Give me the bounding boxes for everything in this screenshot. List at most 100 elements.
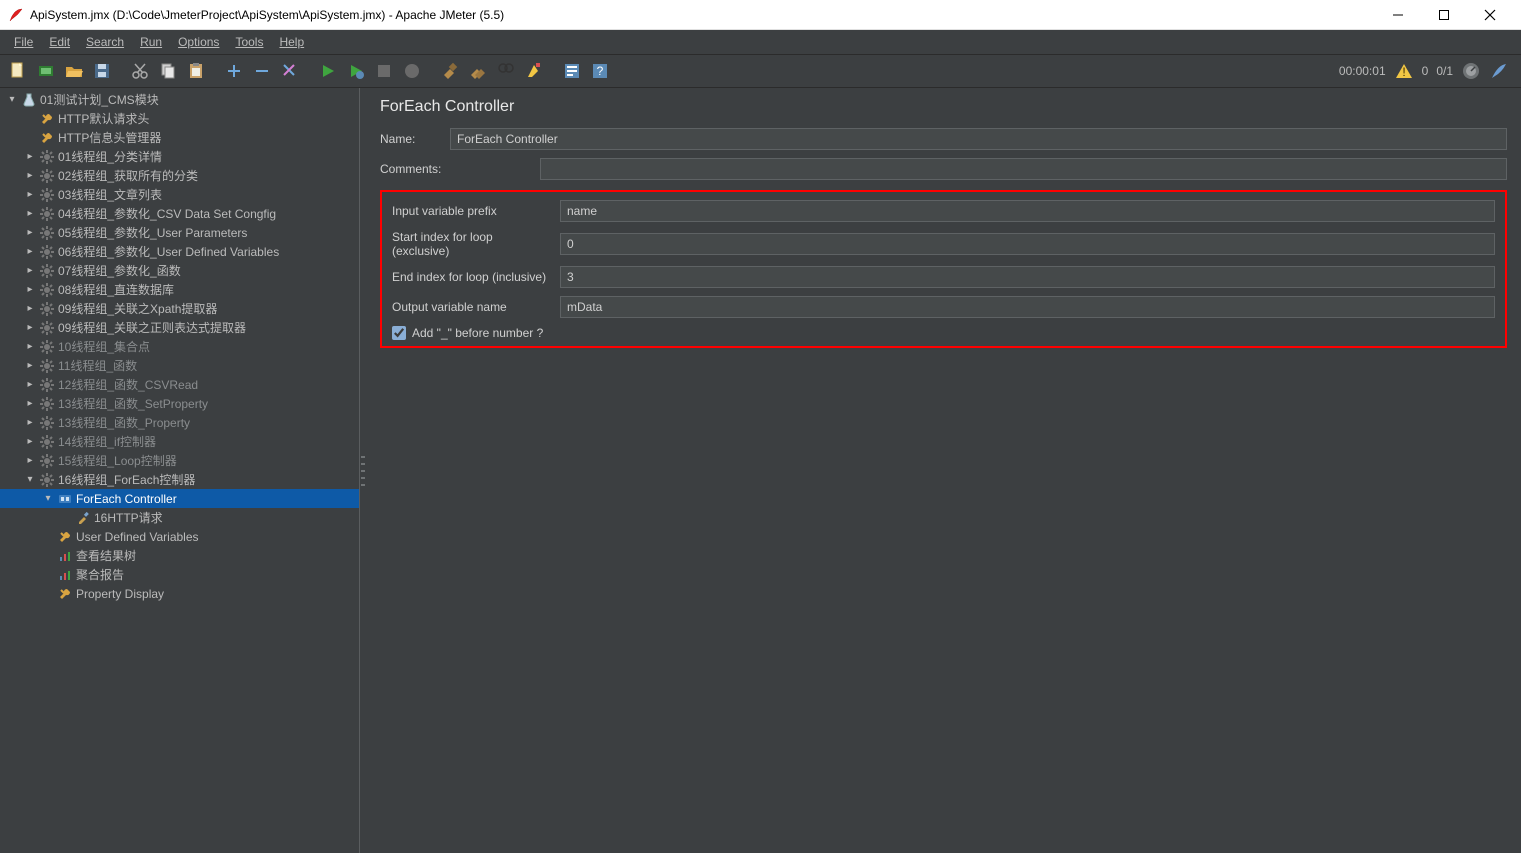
tree-label: 14线程组_if控制器 <box>56 433 156 450</box>
tree-row[interactable]: ▸ 08线程组_直连数据库 <box>0 280 359 299</box>
menu-search[interactable]: Search <box>78 33 132 51</box>
shutdown-button[interactable] <box>400 59 424 83</box>
tree-row[interactable]: ▸ 01线程组_分类详情 <box>0 147 359 166</box>
tree-row[interactable]: ▸ 10线程组_集合点 <box>0 337 359 356</box>
tree-twist-icon[interactable]: ▸ <box>22 379 38 390</box>
tree-row[interactable]: HTTP信息头管理器 <box>0 128 359 147</box>
tree-row[interactable]: ▸ 12线程组_函数_CSVRead <box>0 375 359 394</box>
thread-group-icon <box>38 320 56 336</box>
tree-twist-icon[interactable]: ▸ <box>22 360 38 371</box>
tree-label: 聚合报告 <box>74 566 124 583</box>
stop-button[interactable] <box>372 59 396 83</box>
tree-label: 查看结果树 <box>74 547 136 564</box>
thread-group-icon <box>38 339 56 355</box>
tree-row[interactable]: ▸ 03线程组_文章列表 <box>0 185 359 204</box>
tree-twist-icon[interactable]: ▸ <box>22 151 38 162</box>
function-helper-button[interactable] <box>560 59 584 83</box>
tree-row[interactable]: 16HTTP请求 <box>0 508 359 527</box>
tree-row[interactable]: ▸ 15线程组_Loop控制器 <box>0 451 359 470</box>
warning-icon[interactable]: ! <box>1394 61 1414 81</box>
open-button[interactable] <box>62 59 86 83</box>
start-no-pause-button[interactable] <box>344 59 368 83</box>
tree-twist-icon[interactable]: ▸ <box>22 322 38 333</box>
name-input[interactable] <box>450 128 1507 150</box>
tree-row[interactable]: ▾ 16线程组_ForEach控制器 <box>0 470 359 489</box>
tree-twist-icon[interactable]: ▸ <box>22 455 38 466</box>
save-button[interactable] <box>90 59 114 83</box>
tree-twist-icon[interactable]: ▾ <box>4 94 20 105</box>
minimize-button[interactable] <box>1375 0 1421 30</box>
search-tree-button[interactable] <box>494 59 518 83</box>
tree-twist-icon[interactable]: ▸ <box>22 417 38 428</box>
tree-twist-icon[interactable]: ▸ <box>22 170 38 181</box>
tree-row[interactable]: ▸ 07线程组_参数化_函数 <box>0 261 359 280</box>
gauge-icon[interactable] <box>1461 61 1481 81</box>
foreach-controller-icon <box>56 491 74 507</box>
start-button[interactable] <box>316 59 340 83</box>
templates-button[interactable] <box>34 59 58 83</box>
tree-row[interactable]: HTTP默认请求头 <box>0 109 359 128</box>
tree-twist-icon[interactable]: ▸ <box>22 227 38 238</box>
tree-twist-icon[interactable]: ▸ <box>22 208 38 219</box>
tree-row[interactable]: ▸ 02线程组_获取所有的分类 <box>0 166 359 185</box>
tree-row[interactable]: ▸ 13线程组_函数_SetProperty <box>0 394 359 413</box>
clear-button[interactable] <box>438 59 462 83</box>
end-index-input[interactable] <box>560 266 1495 288</box>
thread-group-icon <box>38 244 56 260</box>
add-underscore-checkbox[interactable] <box>392 326 406 340</box>
tree-row[interactable]: ▸ 13线程组_函数_Property <box>0 413 359 432</box>
tree-twist-icon[interactable]: ▾ <box>22 474 38 485</box>
tree-twist-icon[interactable]: ▸ <box>22 341 38 352</box>
tree-twist-icon[interactable]: ▸ <box>22 246 38 257</box>
new-button[interactable] <box>6 59 30 83</box>
tree-twist-icon[interactable]: ▸ <box>22 284 38 295</box>
input-prefix-input[interactable] <box>560 200 1495 222</box>
toggle-button[interactable] <box>278 59 302 83</box>
tree-panel[interactable]: ▾ 01测试计划_CMS模块 HTTP默认请求头 HTTP信息头管理器 ▸ 01… <box>0 88 360 853</box>
menu-file[interactable]: File <box>6 33 41 51</box>
copy-button[interactable] <box>156 59 180 83</box>
tree-twist-icon[interactable]: ▸ <box>22 303 38 314</box>
close-button[interactable] <box>1467 0 1513 30</box>
menu-help[interactable]: Help <box>271 33 312 51</box>
tree-row[interactable]: 查看结果树 <box>0 546 359 565</box>
menu-edit[interactable]: Edit <box>41 33 78 51</box>
tree-row[interactable]: ▾ 01测试计划_CMS模块 <box>0 90 359 109</box>
tree-row[interactable]: ▸ 09线程组_关联之正则表达式提取器 <box>0 318 359 337</box>
clear-all-button[interactable] <box>466 59 490 83</box>
tree-label: 15线程组_Loop控制器 <box>56 452 177 469</box>
tree-twist-icon[interactable]: ▸ <box>22 436 38 447</box>
tree-row[interactable]: ▸ 14线程组_if控制器 <box>0 432 359 451</box>
tree-row[interactable]: ▾ ForEach Controller <box>0 489 359 508</box>
tree-row[interactable]: Property Display <box>0 584 359 603</box>
tree-row[interactable]: ▸ 05线程组_参数化_User Parameters <box>0 223 359 242</box>
cut-button[interactable] <box>128 59 152 83</box>
tree-twist-icon[interactable]: ▸ <box>22 265 38 276</box>
tree-twist-icon[interactable]: ▸ <box>22 189 38 200</box>
tree-label: User Defined Variables <box>74 530 199 544</box>
maximize-button[interactable] <box>1421 0 1467 30</box>
menu-options[interactable]: Options <box>170 33 227 51</box>
tree-row[interactable]: 聚合报告 <box>0 565 359 584</box>
feather-icon[interactable] <box>1489 61 1509 81</box>
help-button[interactable]: ? <box>588 59 612 83</box>
output-var-input[interactable] <box>560 296 1495 318</box>
expand-button[interactable] <box>222 59 246 83</box>
menu-run[interactable]: Run <box>132 33 170 51</box>
thread-group-icon <box>38 282 56 298</box>
tree-row[interactable]: ▸ 09线程组_关联之Xpath提取器 <box>0 299 359 318</box>
collapse-button[interactable] <box>250 59 274 83</box>
comments-input[interactable] <box>540 158 1507 180</box>
tree-row[interactable]: ▸ 04线程组_参数化_CSV Data Set Congfig <box>0 204 359 223</box>
tree-twist-icon[interactable]: ▸ <box>22 398 38 409</box>
tree-row[interactable]: ▸ 06线程组_参数化_User Defined Variables <box>0 242 359 261</box>
tree-twist-icon[interactable]: ▾ <box>40 493 56 504</box>
tree-row[interactable]: ▸ 11线程组_函数 <box>0 356 359 375</box>
config-icon <box>38 111 56 127</box>
paste-button[interactable] <box>184 59 208 83</box>
tree-label: 06线程组_参数化_User Defined Variables <box>56 243 279 260</box>
reset-search-button[interactable] <box>522 59 546 83</box>
menu-tools[interactable]: Tools <box>227 33 271 51</box>
tree-row[interactable]: User Defined Variables <box>0 527 359 546</box>
start-index-input[interactable] <box>560 233 1495 255</box>
